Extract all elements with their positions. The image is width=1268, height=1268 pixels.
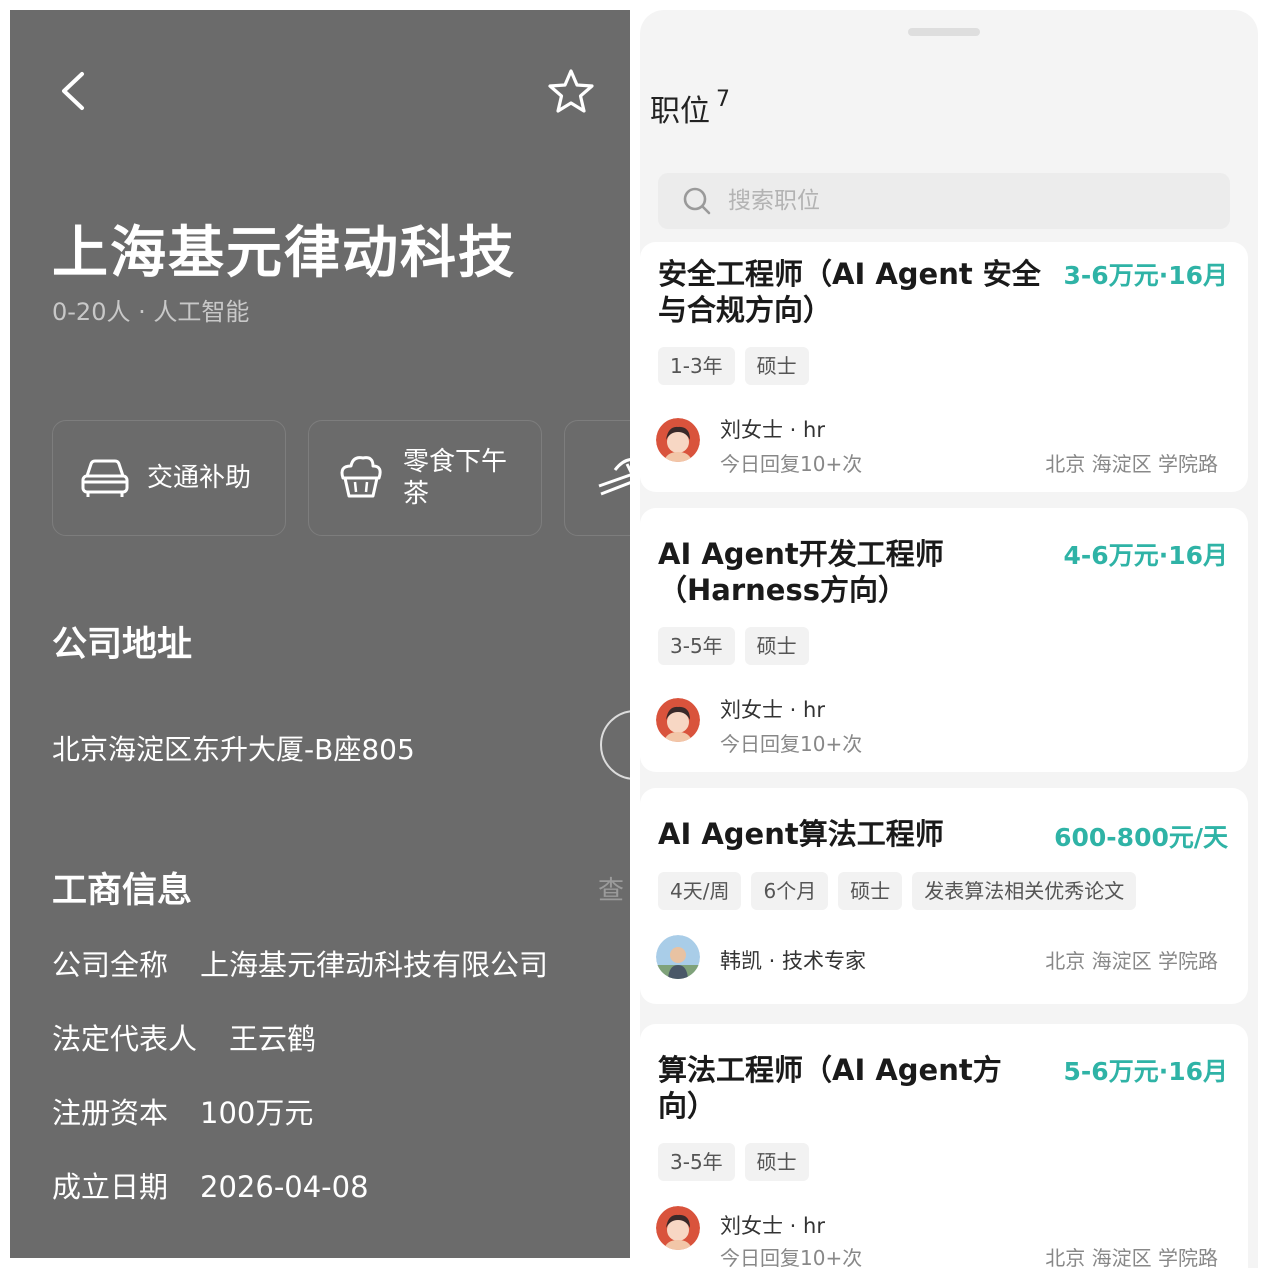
- view-more-link[interactable]: 查: [598, 870, 624, 907]
- info-label: 注册资本: [52, 1096, 169, 1130]
- positions-title: 职位 7: [650, 86, 730, 130]
- job-title-line: AI Agent算法工程师: [658, 817, 944, 851]
- hr-name: 刘女士 · hr: [720, 1214, 825, 1238]
- job-title-line: 与合规方向）: [658, 293, 833, 327]
- info-value: 上海基元律动科技有限公司: [200, 948, 549, 982]
- job-salary: 5-6万元·16月: [1063, 1057, 1228, 1086]
- benefit-snacks[interactable]: 零食下午茶: [308, 420, 542, 536]
- benefit-lounge[interactable]: [564, 420, 630, 536]
- job-tags: 3-5年 硕士: [658, 627, 809, 665]
- job-tag: 3-5年: [658, 627, 735, 665]
- job-salary: 3-6万元·16月: [1063, 261, 1228, 290]
- job-tag: 硕士: [744, 1143, 809, 1181]
- search-bar[interactable]: [658, 173, 1230, 229]
- info-value: 100万元: [200, 1096, 314, 1130]
- job-title-line: 安全工程师（AI Agent 安全: [658, 257, 1041, 291]
- hr-avatar: [656, 935, 700, 979]
- hr-reply-rate: 今日回复10+次: [720, 732, 863, 756]
- job-salary: 4-6万元·16月: [1063, 541, 1228, 570]
- job-title-line: （Harness方向）: [658, 573, 907, 607]
- hr-avatar: [656, 698, 700, 742]
- job-title-line: 向）: [658, 1089, 717, 1123]
- info-row-capital: 注册资本 100万元: [52, 1090, 313, 1132]
- car-icon: [81, 459, 129, 497]
- info-value: 王云鹤: [229, 1022, 317, 1056]
- job-tag: 硕士: [838, 872, 903, 910]
- hr-name: 刘女士 · hr: [720, 418, 825, 442]
- job-tag: 硕士: [744, 347, 809, 385]
- info-label: 成立日期: [52, 1170, 169, 1204]
- info-row-legal-rep: 法定代表人 王云鹤: [52, 1016, 316, 1058]
- hr-reply-rate: 今日回复10+次: [720, 452, 863, 476]
- job-location: 北京 海淀区 学院路: [1045, 1246, 1218, 1268]
- job-tags: 4天/周 6个月 硕士 发表算法相关优秀论文: [658, 872, 1137, 910]
- company-panel: 上海基元律动科技 0-20人 · 人工智能 交通补助 零食下午茶 公司地址 北京…: [10, 10, 630, 1258]
- job-tag: 3-5年: [658, 1143, 735, 1181]
- job-title-line: AI Agent开发工程师: [658, 537, 944, 571]
- hr-avatar: [656, 1206, 700, 1250]
- info-value: 2026-04-08: [200, 1170, 369, 1204]
- back-icon[interactable]: [54, 66, 94, 116]
- positions-count: 7: [716, 87, 730, 112]
- job-salary: 600-800元/天: [1054, 823, 1228, 852]
- hr-name: 刘女士 · hr: [720, 698, 825, 722]
- positions-sheet: 职位7 安全工程师（AI Agent 安全 与合规方向） 3-6万元·16月 1…: [640, 10, 1258, 1268]
- job-card[interactable]: AI Agent算法工程师 600-800元/天 4天/周 6个月 硕士 发表算…: [640, 788, 1248, 1004]
- job-card[interactable]: 算法工程师（AI Agent方 向） 5-6万元·16月 3-5年 硕士 刘女士…: [640, 1024, 1248, 1268]
- favorite-star-icon[interactable]: [546, 66, 596, 116]
- job-title: AI Agent开发工程师 （Harness方向）: [658, 536, 1058, 608]
- company-address: 北京海淀区东升大厦-B座805: [52, 733, 415, 766]
- info-row-full-name: 公司全称 上海基元律动科技有限公司: [52, 942, 548, 984]
- sheet-drag-handle[interactable]: [908, 28, 980, 36]
- job-tag: 4天/周: [658, 872, 742, 910]
- job-tag: 6个月: [751, 872, 829, 910]
- job-tags: 1-3年 硕士: [658, 347, 809, 385]
- company-meta: 0-20人 · 人工智能: [52, 298, 250, 326]
- job-card[interactable]: AI Agent开发工程师 （Harness方向） 4-6万元·16月 3-5年…: [640, 508, 1248, 772]
- search-icon: [683, 187, 711, 215]
- job-location: 北京 海淀区 学院路: [1045, 949, 1218, 973]
- benefit-transport[interactable]: 交通补助: [52, 420, 286, 536]
- job-title: 安全工程师（AI Agent 安全 与合规方向）: [658, 256, 1058, 328]
- job-title-line: 算法工程师（AI Agent方: [658, 1053, 1002, 1087]
- address-section-title: 公司地址: [52, 625, 193, 665]
- hr-reply-rate: 今日回复10+次: [720, 1246, 863, 1268]
- job-location: 北京 海淀区 学院路: [1045, 452, 1218, 476]
- job-title: 算法工程师（AI Agent方 向）: [658, 1052, 1058, 1124]
- job-tags: 3-5年 硕士: [658, 1143, 809, 1181]
- job-title: AI Agent算法工程师: [658, 816, 1058, 852]
- benefit-label: 交通补助: [147, 463, 252, 493]
- benefit-label: 零食下午茶: [403, 447, 508, 509]
- search-input[interactable]: [726, 187, 1170, 215]
- job-tag: 1-3年: [658, 347, 735, 385]
- cupcake-icon: [340, 456, 382, 498]
- lounge-chair-icon: [598, 458, 630, 496]
- hr-name: 韩凯 · 技术专家: [720, 949, 867, 973]
- positions-title-text: 职位: [650, 94, 710, 129]
- business-info-title: 工商信息: [52, 871, 193, 911]
- info-label: 法定代表人: [52, 1022, 198, 1056]
- job-tag: 硕士: [744, 627, 809, 665]
- hr-avatar: [656, 418, 700, 462]
- job-card[interactable]: 安全工程师（AI Agent 安全 与合规方向） 3-6万元·16月 1-3年 …: [640, 242, 1248, 492]
- info-label: 公司全称: [52, 948, 169, 982]
- info-row-founded: 成立日期 2026-04-08: [52, 1164, 369, 1206]
- job-tag: 发表算法相关优秀论文: [912, 872, 1137, 910]
- company-name: 上海基元律动科技: [52, 221, 516, 286]
- map-button[interactable]: [600, 710, 630, 780]
